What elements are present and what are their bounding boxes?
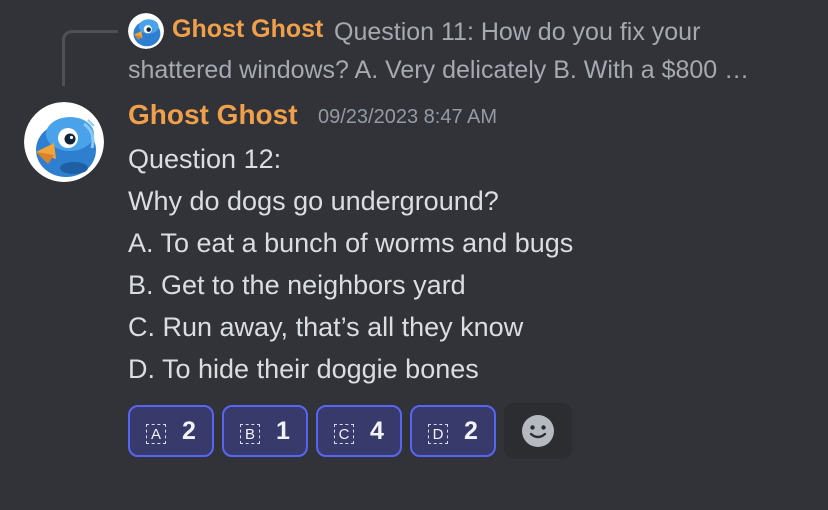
reaction-bar: A 2 B 1 C 4 D 2 [128, 403, 572, 459]
message-content: Question 12: Why do dogs go underground?… [128, 138, 573, 390]
message-line: A. To eat a bunch of worms and bugs [128, 228, 574, 258]
reaction-count: 4 [370, 416, 384, 445]
smiley-add-reaction-icon [522, 415, 554, 447]
message-line: Why do dogs go underground? [128, 186, 499, 216]
message-line: D. To hide their doggie bones [128, 354, 479, 384]
message-author-name[interactable]: Ghost Ghost [128, 99, 298, 131]
letter-b-emoji-icon: B [240, 424, 260, 444]
reaction-count: 2 [464, 416, 478, 445]
reaction-d-button[interactable]: D 2 [410, 405, 496, 457]
message-line: Question 12: [128, 144, 282, 174]
letter-c-emoji-icon: C [334, 424, 354, 444]
letter-a-emoji-icon: A [146, 424, 166, 444]
message-timestamp[interactable]: 09/23/2023 8:47 AM [318, 106, 497, 129]
blue-bird-avatar-icon [24, 102, 104, 182]
reaction-b-button[interactable]: B 1 [222, 405, 308, 457]
reaction-c-button[interactable]: C 4 [316, 405, 402, 457]
avatar[interactable] [24, 102, 104, 182]
message-line: B. Get to the neighbors yard [128, 270, 466, 300]
add-reaction-button[interactable] [504, 403, 572, 459]
letter-d-emoji-icon: D [428, 424, 448, 444]
reply-author-name[interactable]: Ghost Ghost [172, 15, 323, 44]
reply-connector-line [62, 30, 118, 86]
reaction-count: 1 [276, 416, 290, 445]
reaction-a-button[interactable]: A 2 [128, 405, 214, 457]
reaction-count: 2 [182, 416, 196, 445]
message-line: C. Run away, that’s all they know [128, 312, 524, 342]
